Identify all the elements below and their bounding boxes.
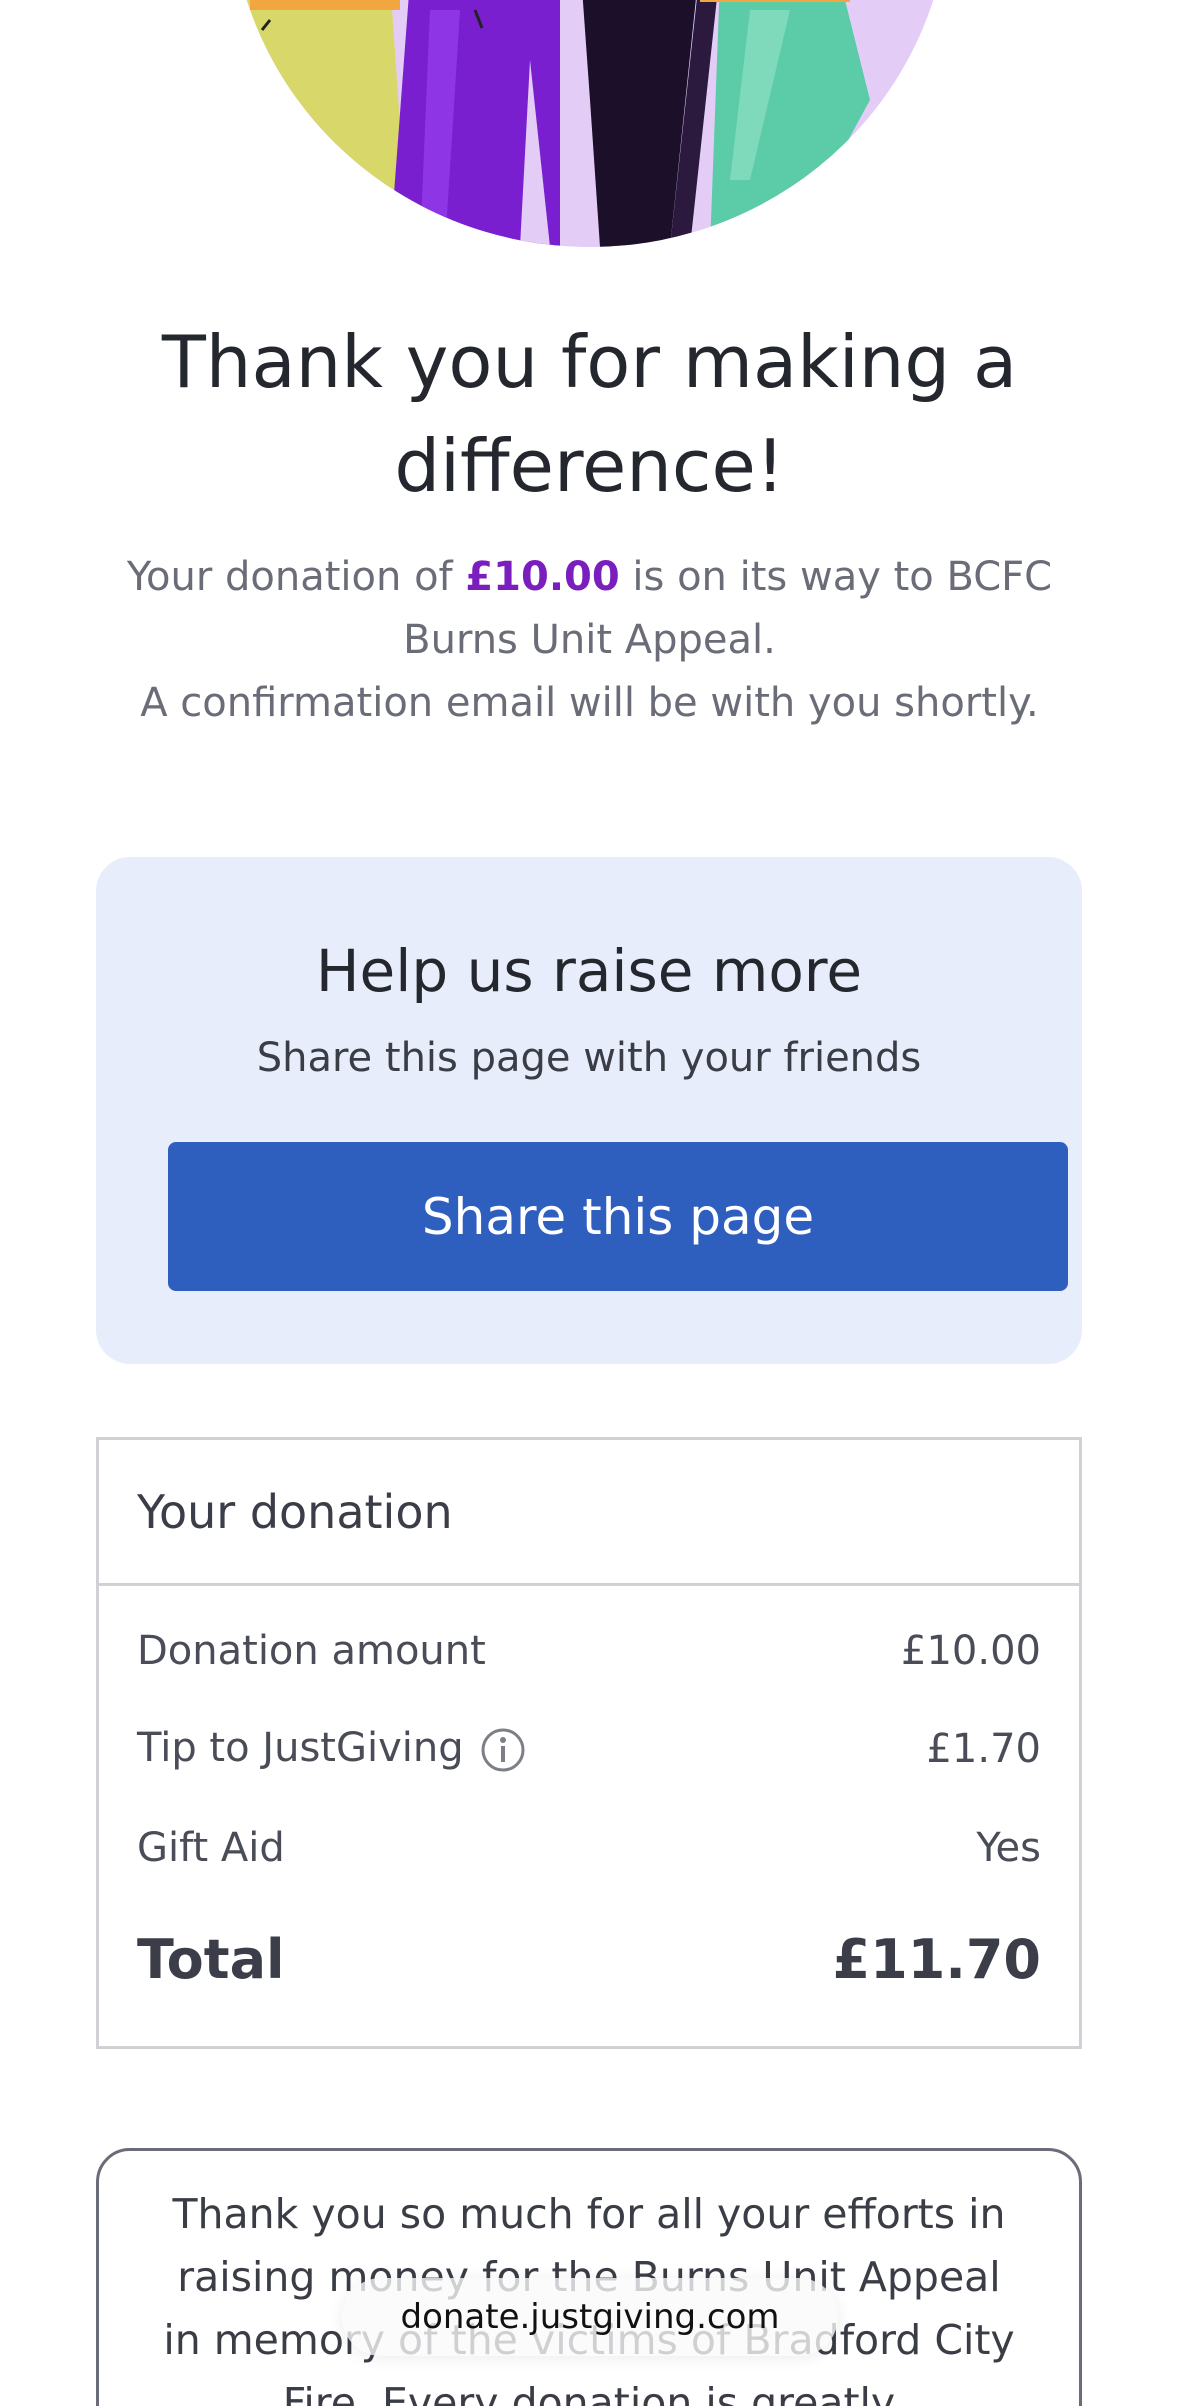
row-label: Gift Aid (137, 1825, 285, 1871)
row-label: Tip to JustGiving (137, 1725, 464, 1771)
total-row: Total £11.70 (137, 1928, 1041, 1991)
browser-url-bar[interactable]: donate.justgiving.com (342, 2278, 838, 2356)
row-value: Yes (976, 1825, 1041, 1871)
row-value: £10.00 (901, 1628, 1041, 1674)
people-illustration-icon (230, 0, 950, 247)
charity-name: Burns Unit Appeal. (403, 617, 776, 663)
share-title: Help us raise more (315, 937, 863, 1005)
row-label: Donation amount (137, 1628, 486, 1674)
fundraiser-message: Thank you so much for all your efforts i… (96, 2148, 1082, 2406)
gift-aid-row: Gift Aid Yes (137, 1825, 1041, 1871)
total-label: Total (137, 1928, 285, 1991)
donation-confirmation-text: Your donation of £10.00 is on its way to… (110, 546, 1069, 735)
tip-label-group: Tip to JustGiving (137, 1725, 526, 1773)
share-card: Help us raise more Share this page with … (96, 857, 1082, 1364)
page: Thank you for making a difference! Your … (0, 0, 1179, 2406)
donation-summary: Your donation Donation amount £10.00 Tip… (96, 1437, 1082, 2049)
url-text: donate.justgiving.com (400, 2297, 780, 2337)
share-subtitle: Share this page with your friends (256, 1035, 922, 1081)
confirmation-prefix: Your donation of (126, 554, 466, 600)
summary-title: Your donation (99, 1440, 1079, 1586)
thank-you-heading: Thank you for making a difference! (0, 310, 1179, 518)
donation-amount-row: Donation amount £10.00 (137, 1628, 1041, 1674)
heading-line-1: Thank you for making a (161, 320, 1018, 404)
total-value: £11.70 (832, 1928, 1041, 1991)
share-page-button[interactable]: Share this page (168, 1142, 1068, 1291)
confirmation-suffix: is on its way to BCFC (619, 554, 1053, 600)
info-icon[interactable] (480, 1727, 526, 1773)
confirmation-email-note: A confirmation email will be with you sh… (140, 680, 1039, 726)
tip-row: Tip to JustGiving £1.70 (137, 1725, 1041, 1773)
row-value: £1.70 (926, 1726, 1041, 1772)
hero-illustration (230, 0, 950, 247)
donation-amount-highlight: £10.00 (465, 554, 620, 600)
heading-line-2: difference! (394, 424, 785, 508)
